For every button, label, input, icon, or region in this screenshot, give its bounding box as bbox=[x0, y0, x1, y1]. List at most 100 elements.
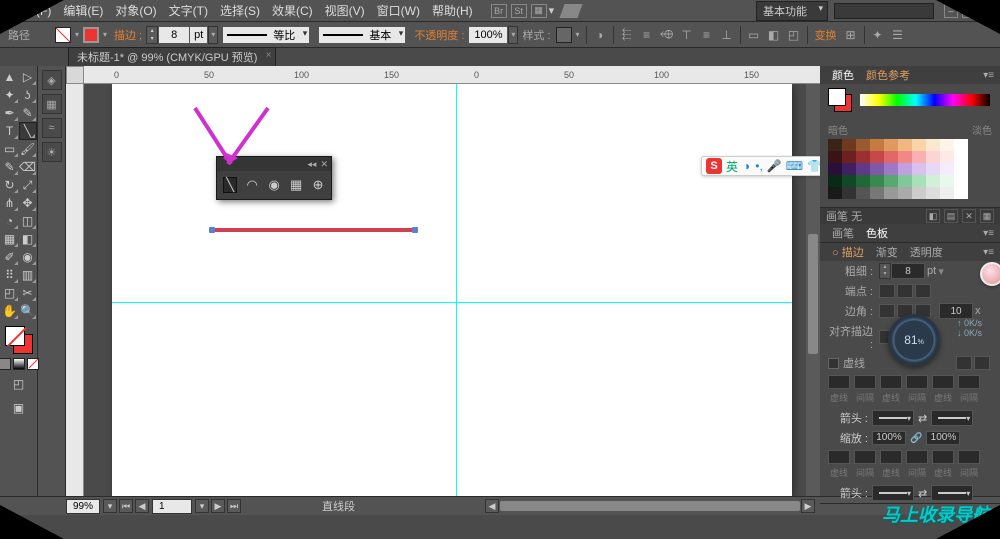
miter-limit-input[interactable] bbox=[939, 303, 973, 319]
color-swatch[interactable] bbox=[856, 187, 870, 199]
align-right-icon[interactable]: ⬲ bbox=[658, 26, 676, 44]
line-tool[interactable]: ╲ bbox=[19, 122, 37, 140]
brush-def-dropdown[interactable]: 基本 bbox=[318, 26, 406, 44]
type-tool[interactable]: T bbox=[1, 122, 19, 140]
panel-weight-input[interactable] bbox=[891, 263, 925, 279]
fill-dropdown[interactable]: ▾ bbox=[72, 27, 82, 43]
slice-tool[interactable]: ✂ bbox=[19, 284, 37, 302]
panel-menu-icon-2[interactable]: ▾≡ bbox=[983, 228, 994, 239]
align-middle-icon[interactable]: ≡ bbox=[698, 26, 716, 44]
color-swatch[interactable] bbox=[940, 163, 954, 175]
artboard-nav-dropdown[interactable]: ▾ bbox=[195, 499, 209, 513]
stroke-weight-stepper[interactable]: ▴▾ bbox=[146, 26, 158, 44]
graph-tool[interactable]: ▥ bbox=[19, 266, 37, 284]
menu-text[interactable]: 文字(T) bbox=[163, 0, 214, 22]
color-swatch[interactable] bbox=[912, 163, 926, 175]
brush-opt3-icon[interactable]: ✕ bbox=[962, 209, 976, 223]
align-center-icon[interactable]: ≡ bbox=[638, 26, 656, 44]
stroke-label[interactable]: 描边 ; bbox=[114, 27, 142, 43]
network-speed-widget[interactable]: 81% bbox=[888, 314, 940, 366]
window-minimize[interactable]: – bbox=[944, 4, 958, 18]
color-swatch[interactable] bbox=[842, 151, 856, 163]
color-swatch[interactable] bbox=[954, 175, 968, 187]
color-swatch[interactable] bbox=[898, 187, 912, 199]
color-swatch[interactable] bbox=[856, 151, 870, 163]
free-transform-tool[interactable]: ✥ bbox=[19, 194, 37, 212]
canvas-viewport[interactable] bbox=[84, 84, 806, 496]
selection-tool[interactable]: ▲ bbox=[1, 68, 19, 86]
hue-strip[interactable] bbox=[860, 94, 990, 106]
dock-symbols-icon[interactable]: ☀ bbox=[42, 142, 62, 162]
color-swatch[interactable] bbox=[898, 151, 912, 163]
color-swatch[interactable] bbox=[884, 151, 898, 163]
window-close[interactable]: ✕ bbox=[980, 4, 994, 18]
arrowhead-start[interactable] bbox=[872, 410, 914, 426]
color-swatch[interactable] bbox=[940, 139, 954, 151]
color-swatch[interactable] bbox=[954, 139, 968, 151]
recolor-icon[interactable]: ◑ bbox=[591, 26, 609, 44]
align-left-icon[interactable]: ⬱ bbox=[618, 26, 636, 44]
arc-tool-icon[interactable]: ◠ bbox=[245, 177, 259, 193]
color-swatch[interactable] bbox=[898, 163, 912, 175]
direct-selection-tool[interactable]: ▷ bbox=[19, 68, 37, 86]
artboard-first[interactable]: ⏮ bbox=[119, 499, 133, 513]
weight-dropdown[interactable]: ▾ bbox=[208, 26, 218, 44]
zoom-tool[interactable]: 🔍 bbox=[19, 302, 37, 320]
stroke-weight-value[interactable]: 8 bbox=[158, 26, 190, 44]
opacity-dropdown[interactable]: ▾ bbox=[508, 26, 518, 44]
user-avatar[interactable] bbox=[980, 262, 1000, 286]
color-swatch[interactable] bbox=[870, 151, 884, 163]
transform-label[interactable]: 变换 bbox=[815, 27, 837, 43]
bridge-button[interactable]: Br bbox=[491, 4, 507, 18]
brush-opt2-icon[interactable]: ▤ bbox=[944, 209, 958, 223]
brush-opt1-icon[interactable]: ◧ bbox=[926, 209, 940, 223]
search-input[interactable] bbox=[834, 3, 934, 19]
zoom-level[interactable]: 99% bbox=[66, 499, 100, 514]
color-swatch[interactable] bbox=[912, 187, 926, 199]
pen-tool[interactable]: ✒ bbox=[1, 104, 19, 122]
color-swatch[interactable] bbox=[870, 139, 884, 151]
panel-menu-icon[interactable]: ▾≡ bbox=[983, 70, 994, 81]
ime-voice-icon[interactable]: 🎤 bbox=[767, 159, 782, 173]
dash-align1[interactable] bbox=[956, 356, 972, 370]
line-tool-flyout[interactable]: ◂◂✕ ╲ ◠ ◉ ▦ ⊕ bbox=[216, 156, 332, 200]
guide-vertical[interactable] bbox=[456, 84, 457, 496]
spiral-tool-icon[interactable]: ◉ bbox=[267, 177, 281, 193]
corner-miter[interactable] bbox=[879, 304, 895, 318]
tab-color-guide[interactable]: 颜色参考 bbox=[860, 65, 916, 85]
shaper-tool[interactable]: ✎ bbox=[1, 158, 19, 176]
dock-swatches-icon[interactable]: ▦ bbox=[42, 94, 62, 114]
stroke-swatch[interactable] bbox=[83, 27, 99, 43]
ime-skin-icon[interactable]: 👕 bbox=[807, 159, 820, 173]
color-mode-buttons[interactable] bbox=[0, 358, 40, 370]
ime-moon-icon[interactable]: ◗ bbox=[744, 159, 751, 173]
symbol-sprayer-tool[interactable]: ⠿ bbox=[1, 266, 19, 284]
dash-align2[interactable] bbox=[974, 356, 990, 370]
align-top-icon[interactable]: ⊤ bbox=[678, 26, 696, 44]
graphic-style-swatch[interactable] bbox=[556, 27, 572, 43]
tab-close-icon[interactable]: × bbox=[266, 50, 272, 61]
window-maximize[interactable]: ☐ bbox=[962, 4, 976, 18]
hscroll-left[interactable]: ◀ bbox=[485, 499, 499, 513]
gradient-tool[interactable]: ◧ bbox=[19, 230, 37, 248]
artboard-tool[interactable]: ◰ bbox=[1, 284, 19, 302]
dock-brushes-icon[interactable]: ≈ bbox=[42, 118, 62, 138]
color-swatch[interactable] bbox=[954, 151, 968, 163]
color-swatch[interactable] bbox=[884, 187, 898, 199]
menu-edit[interactable]: 编辑(E) bbox=[57, 0, 109, 22]
rectangle-tool[interactable]: ▭ bbox=[1, 140, 19, 158]
eyedropper-tool[interactable]: ✐ bbox=[1, 248, 19, 266]
tab-swatches[interactable]: 色板 bbox=[860, 223, 894, 243]
zoom-dropdown[interactable]: ▾ bbox=[103, 499, 117, 513]
guide-horizontal[interactable] bbox=[112, 302, 792, 303]
arrowhead-start-2[interactable] bbox=[872, 485, 914, 501]
ruler-origin[interactable] bbox=[66, 66, 84, 84]
arrowhead-end-2[interactable] bbox=[931, 485, 973, 501]
color-swatch[interactable] bbox=[828, 175, 842, 187]
polar-grid-tool-icon[interactable]: ⊕ bbox=[311, 177, 325, 193]
color-swatch[interactable] bbox=[870, 175, 884, 187]
color-swatch[interactable] bbox=[842, 175, 856, 187]
tab-transparency[interactable]: 透明度 bbox=[904, 242, 949, 262]
ime-punct-icon[interactable]: •, bbox=[755, 159, 763, 173]
artboard[interactable] bbox=[112, 84, 792, 496]
